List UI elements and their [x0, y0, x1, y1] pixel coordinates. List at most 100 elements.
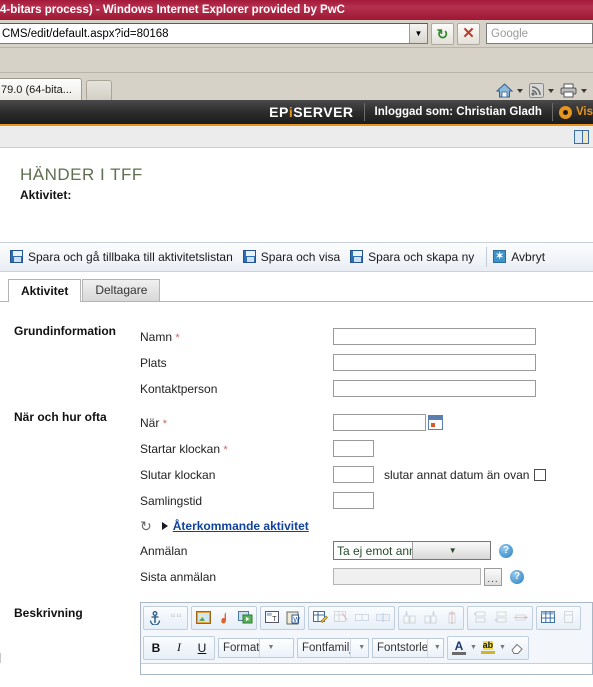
address-bar[interactable]: CMS/edit/default.aspx?id=80168 ▼ — [0, 23, 428, 44]
format-dropdown[interactable]: Format ▼ — [218, 637, 294, 658]
highlight-letters: ab — [482, 640, 494, 651]
recurring-activity-link[interactable]: Återkommande aktivitet — [173, 519, 309, 533]
anchor-icon[interactable] — [145, 608, 165, 628]
browser-tab-label: 79.0 (64-bita... — [1, 83, 72, 96]
home-icon[interactable] — [496, 83, 513, 98]
field-row-anmalan: Anmälan Ta ej emot anmälningar ▼ ? — [140, 538, 593, 564]
split-cell-icon — [373, 608, 393, 628]
form-tab-strip: Aktivitet Deltagare — [0, 278, 593, 302]
input-sista-anmalan[interactable] — [333, 568, 481, 586]
help-icon-sista-anmalan[interactable]: ? — [510, 569, 524, 584]
insert-flash-icon[interactable] — [235, 608, 255, 628]
font-color-icon[interactable]: A — [449, 638, 469, 658]
section-grundinformation: Grundinformation Namn * Plats Kontaktper… — [0, 324, 593, 402]
save-and-back-button[interactable]: Spara och gå tillbaka till aktivitetslis… — [8, 248, 241, 266]
episerver-sub-toolbar — [0, 126, 593, 148]
fontsize-chevron-down-icon[interactable]: ▼ — [426, 638, 443, 657]
quote-icon: ““ — [170, 610, 182, 625]
fontsize-dropdown[interactable]: Fontstorlek ▼ — [372, 637, 444, 658]
input-kontaktperson[interactable] — [333, 380, 536, 398]
format-chevron-down-icon[interactable]: ▼ — [259, 638, 277, 657]
print-dropdown-icon[interactable] — [581, 88, 587, 93]
insert-media-icon[interactable] — [214, 608, 234, 628]
editor-content-area[interactable] — [141, 662, 592, 674]
select-anmalan[interactable]: Ta ej emot anmälningar ▼ — [333, 541, 491, 561]
eraser-icon[interactable] — [507, 638, 527, 658]
cancel-button[interactable]: ✶ Avbryt — [491, 248, 553, 266]
rss-dropdown-icon[interactable] — [548, 88, 554, 93]
save-icon-2 — [242, 250, 256, 264]
insert-template-icon[interactable]: T — [262, 608, 282, 628]
address-history-dropdown-icon[interactable]: ▼ — [409, 24, 427, 43]
input-namn[interactable] — [333, 328, 536, 346]
browse-button-sista-anmalan[interactable]: ... — [484, 567, 502, 586]
field-row-plats: Plats — [140, 350, 593, 376]
chevron-down-icon[interactable]: ▼ — [411, 542, 490, 560]
left-rail-divider — [0, 653, 7, 663]
browser-tab-strip: 79.0 (64-bita... — [0, 73, 593, 100]
search-box[interactable]: Google — [486, 23, 593, 44]
label-nar: När * — [140, 416, 333, 430]
fontfamily-dropdown[interactable]: Fontfamilj ▼ — [297, 637, 369, 658]
bold-button[interactable]: B — [145, 638, 167, 658]
input-slutar-klockan[interactable] — [333, 466, 374, 484]
input-plats[interactable] — [333, 354, 536, 372]
address-input[interactable]: CMS/edit/default.aspx?id=80168 — [0, 28, 409, 40]
fontfamily-chevron-down-icon[interactable]: ▼ — [350, 638, 368, 657]
insert-column-right-icon — [421, 608, 441, 628]
label-namn: Namn * — [140, 330, 333, 344]
toggle-panel-icon[interactable] — [574, 129, 589, 144]
episerver-logo: EPiSERVER — [269, 104, 363, 120]
grundinformation-rows: Namn * Plats Kontaktperson — [140, 324, 593, 402]
checkbox-annat-datum[interactable] — [534, 468, 547, 481]
table-wizard-icon[interactable] — [310, 608, 330, 628]
insert-image-icon[interactable] — [193, 608, 213, 628]
browser-tab[interactable]: 79.0 (64-bita... — [0, 78, 82, 100]
field-row-samlingstid: Samlingstid — [140, 488, 593, 514]
editor-group-rows — [467, 605, 533, 630]
tab-aktivitet[interactable]: Aktivitet — [8, 278, 82, 302]
panel-icon-right — [583, 131, 588, 143]
rich-text-editor: ““ T W B I U Format ▼ Fontfamilj ▼ Fonts… — [140, 601, 593, 675]
cancel-label: Avbryt — [511, 249, 546, 264]
field-row-kontaktperson: Kontaktperson — [140, 376, 593, 402]
highlight-color-icon[interactable]: ab — [478, 638, 498, 658]
section-beskrivning-label: Beskrivning — [14, 605, 83, 620]
search-input-placeholder[interactable]: Google — [487, 28, 528, 40]
home-dropdown-icon[interactable] — [517, 88, 523, 93]
expand-arrow-icon[interactable] — [161, 521, 168, 530]
input-nar-date[interactable] — [333, 414, 426, 432]
delete-row-icon — [511, 608, 531, 628]
cancel-icon: ✶ — [493, 250, 507, 264]
toolbar-divider — [486, 246, 488, 267]
stop-button[interactable]: ✕ — [457, 22, 480, 45]
font-color-chevron-down-icon[interactable]: ▼ — [470, 644, 477, 651]
rss-icon[interactable] — [529, 83, 544, 98]
tab-deltagare[interactable]: Deltagare — [82, 278, 161, 301]
view-mode-button[interactable]: Vis — [553, 105, 593, 119]
required-marker-startar: * — [223, 443, 228, 456]
format-dropdown-label: Format — [223, 641, 260, 654]
browser-tools — [496, 83, 593, 100]
save-and-view-label: Spara och visa — [260, 249, 341, 264]
activity-form: Grundinformation Namn * Plats Kontaktper… — [0, 302, 593, 675]
save-icon — [10, 250, 23, 264]
highlight-chevron-down-icon[interactable]: ▼ — [499, 644, 506, 651]
insert-table-icon[interactable] — [538, 608, 558, 628]
logo-text-post: SERVER — [293, 104, 354, 120]
label-startar-klockan-text: Startar klockan — [140, 441, 221, 456]
print-icon[interactable] — [560, 83, 577, 98]
paste-from-word-icon[interactable]: W — [283, 608, 303, 628]
input-startar-klockan[interactable] — [333, 440, 374, 458]
save-and-view-button[interactable]: Spara och visa — [241, 248, 348, 266]
refresh-button[interactable]: ↻ — [431, 22, 454, 45]
new-tab-button[interactable] — [86, 80, 112, 100]
save-and-create-new-button[interactable]: Spara och skapa ny — [348, 248, 482, 266]
input-samlingstid[interactable] — [333, 492, 374, 510]
editor-group-insert-misc: ““ — [143, 605, 188, 630]
help-icon-anmalan[interactable]: ? — [499, 543, 513, 558]
italic-button[interactable]: I — [168, 638, 190, 658]
page-subtitle: Aktivitet: — [20, 187, 72, 202]
calendar-icon[interactable] — [428, 415, 443, 431]
underline-button[interactable]: U — [191, 638, 213, 658]
